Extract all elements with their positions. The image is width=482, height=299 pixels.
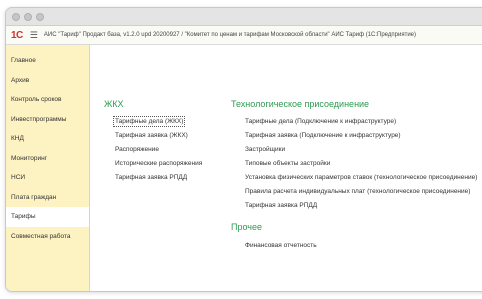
link-tarifnaya-zayavka-infra[interactable]: Тарифная заявка (Подключение к инфрастру… (245, 132, 401, 139)
group-title-other: Прочее (231, 222, 262, 232)
link-finansovaya-otchetnost[interactable]: Финансовая отчетность (245, 242, 317, 249)
link-tarifnaya-zayavka-rpdd-zhkh[interactable]: Тарифная заявка РПДД (115, 174, 187, 181)
sidebar-item-sovmestnaya-rabota[interactable]: Совместная работа (6, 227, 89, 247)
close-window-button[interactable] (12, 13, 20, 21)
sidebar-item-nsi[interactable]: НСИ (6, 168, 89, 188)
app-header: 1С ☰ АИС "Тариф" Продакт база, v1.2.0 up… (6, 26, 482, 45)
1c-logo: 1С (11, 29, 23, 41)
sidebar: Главное Архив Контроль сроков Инвестпрог… (6, 45, 90, 291)
zoom-window-button[interactable] (36, 13, 44, 21)
sidebar-item-investprogrammy[interactable]: Инвестпрограммы (6, 110, 89, 130)
sidebar-item-plata-grazhdan[interactable]: Плата граждан (6, 188, 89, 208)
link-zastroyshchiki[interactable]: Застройщики (245, 146, 285, 153)
link-tarifnye-dela-zhkh[interactable]: Тарифные дела (ЖКХ) (112, 116, 186, 127)
app-window: 1С ☰ АИС "Тариф" Продакт база, v1.2.0 up… (5, 7, 482, 292)
link-istoricheskie-rasporyazheniya[interactable]: Исторические распоряжения (115, 160, 202, 167)
sidebar-item-arkhiv[interactable]: Архив (6, 71, 89, 91)
link-pravila-rascheta[interactable]: Правила расчета индивидуальных плат (тех… (245, 188, 470, 195)
sidebar-item-glavnoe[interactable]: Главное (6, 51, 89, 71)
link-tipovye-obekty[interactable]: Типовые объекты застройки (245, 160, 330, 167)
link-ustanovka-parametrov[interactable]: Установка физических параметров ставок (… (245, 174, 477, 181)
sidebar-item-tarify[interactable]: Тарифы (6, 207, 89, 227)
hamburger-icon[interactable]: ☰ (30, 30, 38, 41)
main-content: ЖКХ Тарифные дела (ЖКХ) Тарифная заявка … (90, 45, 482, 291)
minimize-window-button[interactable] (24, 13, 32, 21)
window-titlebar (6, 8, 482, 26)
group-title-zhkh: ЖКХ (104, 99, 124, 109)
app-title: АИС "Тариф" Продакт база, v1.2.0 upd 202… (43, 32, 417, 38)
group-title-tech: Технологическое присоединение (231, 99, 370, 109)
sidebar-item-monitoring[interactable]: Мониторинг (6, 149, 89, 169)
link-tarifnaya-zayavka-rpdd-tech[interactable]: Тарифная заявка РПДД (245, 202, 317, 209)
link-tarifnye-dela-infra[interactable]: Тарифные дела (Подключение к инфраструкт… (245, 118, 396, 125)
link-rasporyazhenie[interactable]: Распоряжение (115, 146, 159, 153)
sidebar-item-knd[interactable]: КНД (6, 129, 89, 149)
link-tarifnaya-zayavka-zhkh[interactable]: Тарифная заявка (ЖКХ) (115, 132, 188, 139)
sidebar-item-kontrol-srokov[interactable]: Контроль сроков (6, 90, 89, 110)
